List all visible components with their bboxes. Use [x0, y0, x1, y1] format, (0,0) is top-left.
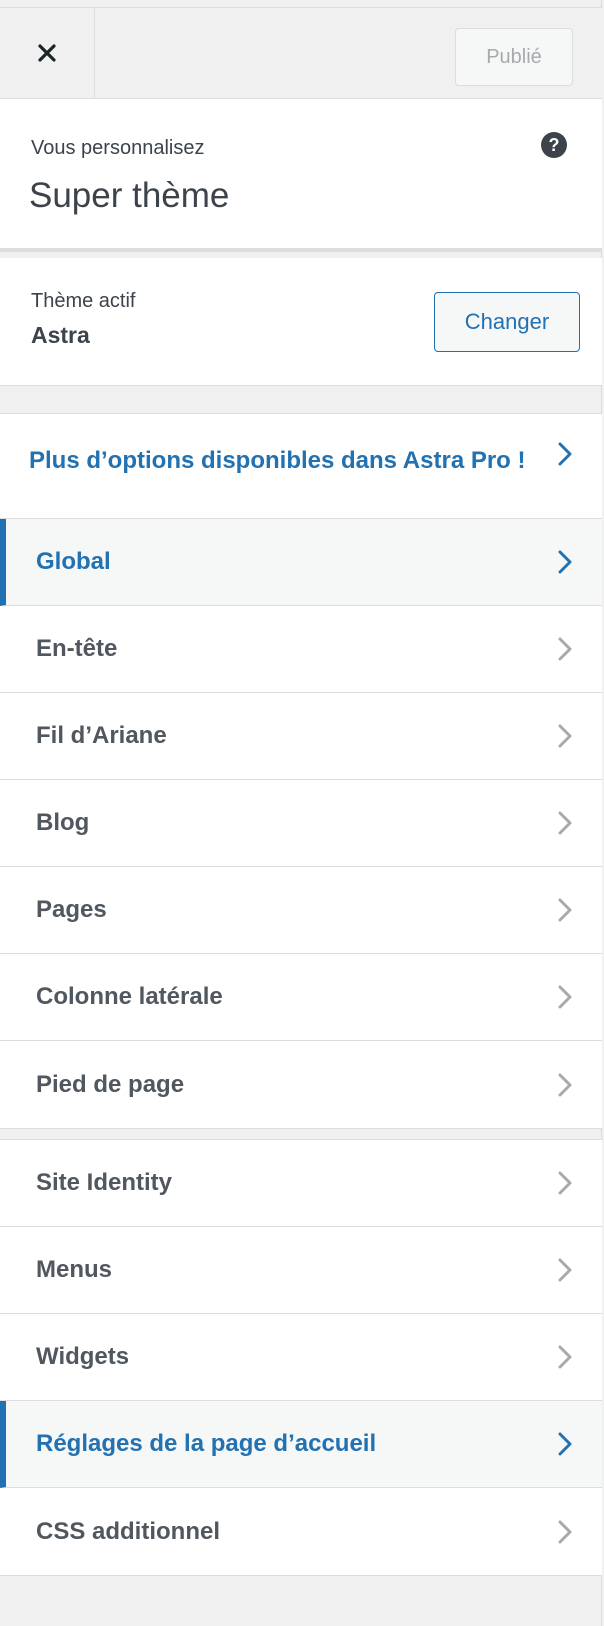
- change-theme-button[interactable]: Changer: [434, 292, 580, 352]
- site-title: Super thème: [29, 176, 230, 215]
- customizer-panel: Publié Vous personnalisez Super thème ? …: [0, 0, 602, 1626]
- menu-item[interactable]: Blog: [0, 780, 602, 867]
- menu-item[interactable]: Widgets: [0, 1314, 602, 1401]
- menu-item[interactable]: Pages: [0, 867, 602, 954]
- chevron-right-icon: [558, 985, 572, 1009]
- menu-item-label: Menus: [36, 1256, 113, 1283]
- menu-item[interactable]: Réglages de la page d’accueil: [0, 1401, 602, 1488]
- chevron-right-icon: [558, 637, 572, 661]
- active-theme-label: Thème actif: [31, 290, 136, 312]
- menu-item-label: En-tête: [36, 635, 118, 662]
- core-options-menu: Site Identity Menus Widgets Réglages de la …: [0, 1139, 602, 1576]
- menu-item[interactable]: Fil d’Ariane: [0, 693, 602, 780]
- customizing-info: Vous personnalisez Super thème ?: [0, 99, 602, 252]
- menu-item[interactable]: CSS additionnel: [0, 1488, 602, 1575]
- menu-item-label: Colonne latérale: [36, 983, 223, 1010]
- close-button[interactable]: [0, 8, 95, 98]
- customizer-header: Publié: [0, 7, 602, 99]
- chevron-right-icon: [558, 724, 572, 748]
- customizing-label: Vous personnalisez: [31, 137, 205, 159]
- publish-button[interactable]: Publié: [455, 28, 573, 86]
- menu-item-label: Blog: [36, 809, 90, 836]
- menu-item[interactable]: Site Identity: [0, 1140, 602, 1227]
- menu-item[interactable]: Colonne latérale: [0, 954, 602, 1041]
- menu-item-label: Widgets: [36, 1343, 130, 1370]
- menu-item-label: Site Identity: [36, 1169, 173, 1196]
- close-icon: [38, 44, 56, 62]
- promo-text: Plus d’options disponibles dans Astra Pr…: [29, 447, 526, 474]
- active-theme-section: Thème actif Astra Changer: [0, 258, 602, 386]
- chevron-right-icon: [558, 1258, 572, 1282]
- menu-item-label: Réglages de la page d’accueil: [36, 1430, 377, 1457]
- menu-item-label: Pages: [36, 896, 107, 923]
- theme-options-menu: Global En-tête Fil d’Ariane Blog Pages Colonn…: [0, 518, 602, 1129]
- chevron-right-icon: [558, 898, 572, 922]
- menu-item-label: Global: [36, 548, 111, 575]
- menu-item[interactable]: Pied de page: [0, 1041, 602, 1128]
- chevron-right-icon: [558, 1432, 572, 1456]
- chevron-right-icon: [558, 1345, 572, 1369]
- menu-item[interactable]: En-tête: [0, 606, 602, 693]
- chevron-right-icon: [558, 442, 572, 466]
- menu-item-label: Fil d’Ariane: [36, 722, 167, 749]
- menu-item-label: Pied de page: [36, 1070, 185, 1098]
- active-theme-name: Astra: [31, 322, 90, 348]
- menu-item[interactable]: Menus: [0, 1227, 602, 1314]
- chevron-right-icon: [558, 1520, 572, 1544]
- help-icon[interactable]: ?: [541, 132, 567, 158]
- menu-item-label: CSS additionnel: [36, 1517, 221, 1545]
- chevron-right-icon: [558, 550, 572, 574]
- menu-item[interactable]: Global: [0, 519, 602, 606]
- chevron-right-icon: [558, 811, 572, 835]
- chevron-right-icon: [558, 1073, 572, 1097]
- chevron-right-icon: [558, 1171, 572, 1195]
